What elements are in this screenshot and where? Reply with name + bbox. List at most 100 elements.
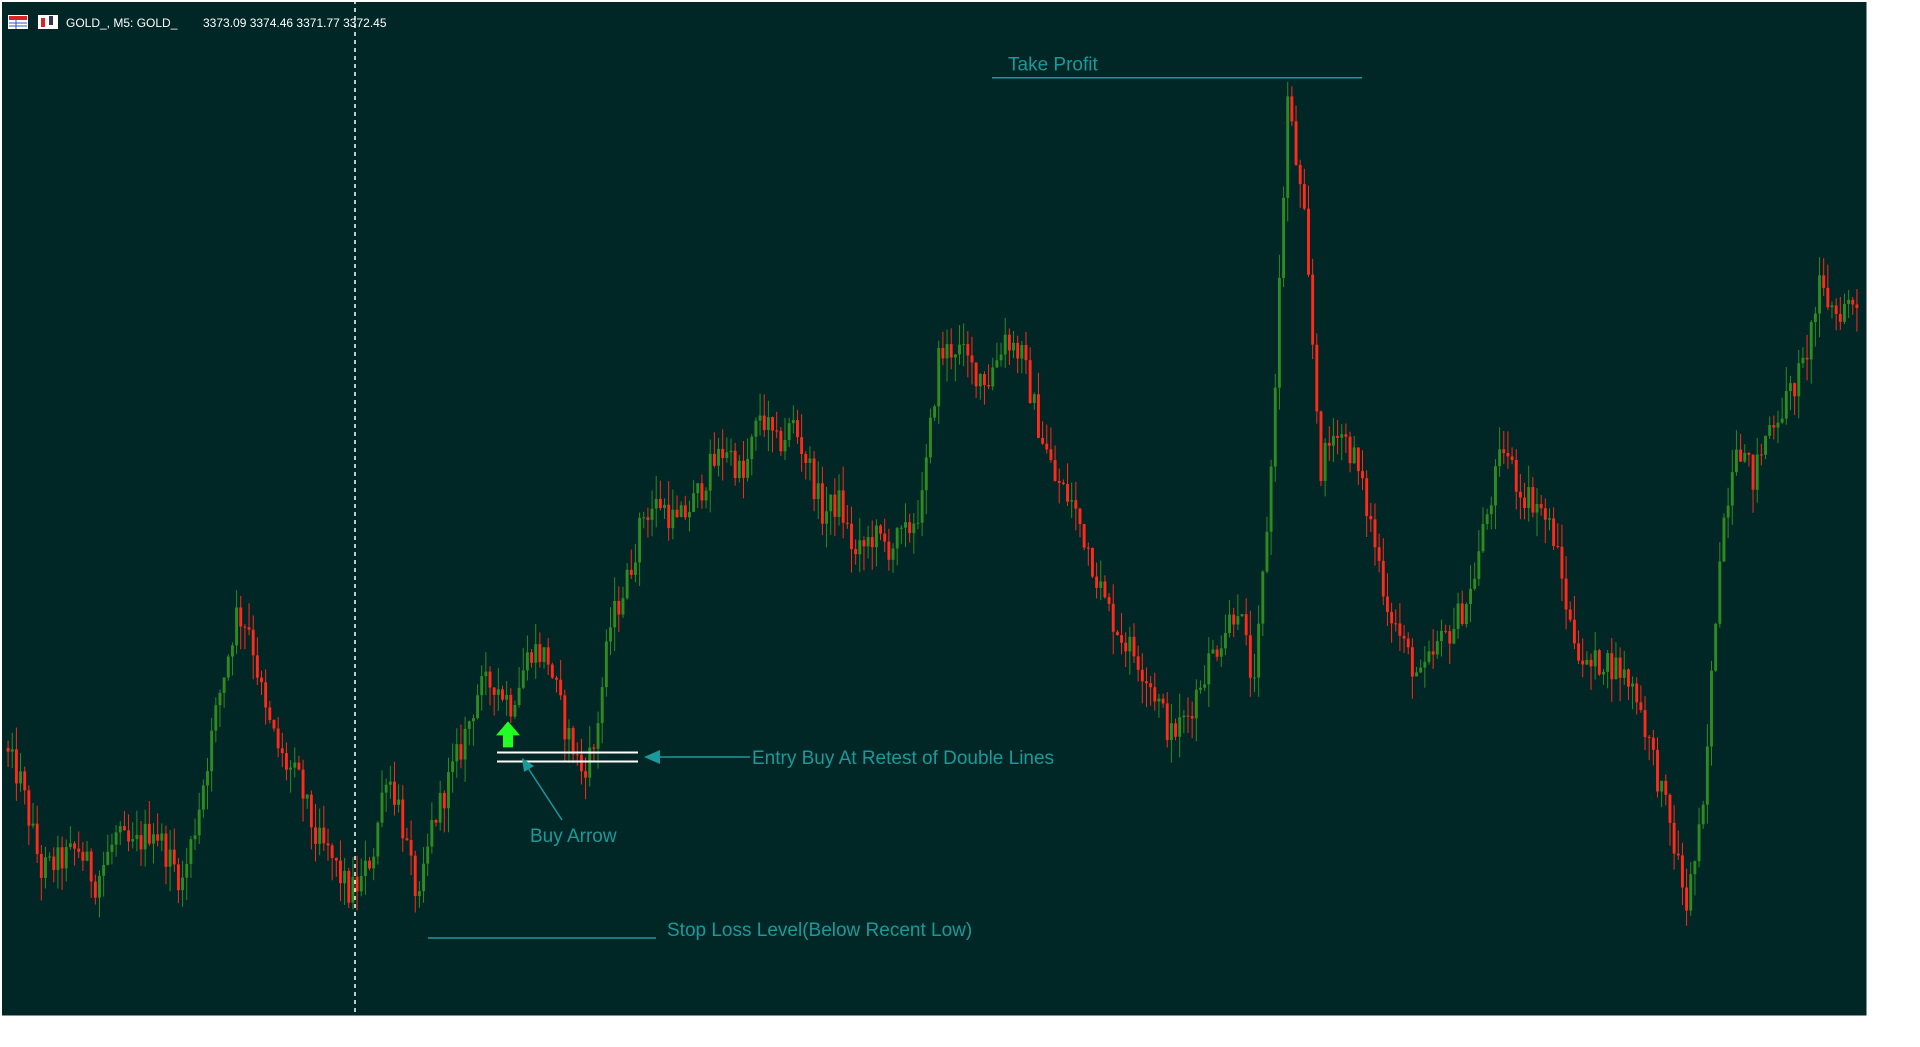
candle-body (23, 771, 27, 791)
candle-body (1041, 437, 1045, 444)
candle-body (293, 762, 297, 768)
candle-body (1560, 546, 1564, 579)
candle-body (663, 504, 666, 509)
candle-body (1535, 504, 1539, 513)
candle-body (1473, 578, 1477, 589)
candle-body (168, 849, 172, 867)
candle-body (1622, 669, 1626, 678)
candle-body (305, 794, 309, 799)
candle-body (1444, 630, 1448, 632)
candle-body (1352, 447, 1356, 464)
candle-body (625, 569, 629, 599)
candle-body (1265, 531, 1269, 572)
candle-body (110, 844, 114, 852)
candle-body (1228, 614, 1232, 633)
candle-body (405, 838, 409, 841)
candle-body (1843, 303, 1846, 322)
candle (1315, 333, 1319, 424)
time-tick-label: 11 Jun 22:30 (1828, 1027, 1897, 1041)
candle-body (68, 843, 72, 848)
candle-body (77, 848, 81, 852)
candle-body (920, 490, 924, 523)
candle-body (1277, 277, 1281, 388)
candle-body (181, 877, 185, 891)
candle-body (484, 671, 488, 677)
candle-body (1223, 632, 1227, 649)
candle (1714, 622, 1718, 673)
candle-body (230, 645, 234, 657)
candle-body (808, 458, 812, 463)
candle-body (160, 833, 164, 841)
candle-body (1161, 698, 1165, 704)
candle-body (471, 718, 475, 722)
entry-label: Entry Buy At Retest of Double Lines (752, 748, 1054, 769)
candles-icon[interactable] (38, 15, 58, 29)
candle-body (1734, 449, 1738, 473)
candle-body (509, 694, 513, 717)
candle-body (654, 498, 658, 509)
candle-body (1327, 442, 1331, 446)
candle-body (218, 692, 222, 706)
candle-body (949, 344, 953, 358)
candle-body (1016, 342, 1020, 359)
candle-body (1240, 614, 1244, 617)
time-axis: 10 Jun 2025 10 Jun 20:10 10 Jun 21:30 10 Ju… (3, 1016, 1897, 1041)
candle-body (1169, 723, 1173, 741)
candle-body (1294, 121, 1298, 165)
candle-body (1174, 723, 1178, 737)
candle-body (1323, 442, 1327, 481)
price-tick-label: 3345.82 (1876, 332, 1920, 346)
candle-body (1157, 698, 1161, 702)
candle-body (309, 794, 313, 828)
candle-body (44, 857, 47, 878)
candle-body (409, 840, 413, 856)
candle-body (1236, 616, 1240, 625)
candle-body (1049, 449, 1053, 461)
time-tick-label: 11 Jun 06:30 (735, 1027, 804, 1041)
table-icon[interactable] (8, 15, 28, 29)
candle-body (816, 483, 820, 500)
candle-body (766, 417, 770, 431)
stop-loss-label: Stop Loss Level(Below Recent Low) (667, 920, 972, 941)
candle-body (1315, 344, 1319, 412)
candle-body (555, 677, 558, 680)
candle-body (1261, 571, 1265, 624)
candle-body (1469, 588, 1472, 605)
candle-body (837, 490, 841, 517)
candle-body (1028, 360, 1032, 403)
candle-body (106, 851, 110, 865)
candle-body (513, 704, 517, 717)
candle-body (1298, 164, 1302, 185)
candle-body (559, 679, 563, 696)
candle-body (206, 771, 209, 786)
candle-body (858, 540, 862, 555)
candle-body (700, 483, 704, 501)
candle-body (1548, 518, 1551, 520)
candle-body (1793, 383, 1797, 397)
price-tick-label: 3322.02 (1876, 864, 1920, 878)
price-tick-label: 3326.78 (1876, 757, 1920, 771)
candle-body (73, 843, 77, 849)
candle-body (1610, 653, 1614, 680)
candle-body (1402, 635, 1406, 639)
price-chart[interactable]: Take Profit Entry Buy At Retest of Double… (0, 0, 1920, 1047)
candle-body (687, 511, 691, 518)
candle-body (284, 753, 288, 770)
candle-body (1726, 505, 1730, 518)
candle-body (31, 823, 35, 826)
candle-body (1190, 716, 1194, 719)
chart-window[interactable]: Take Profit Entry Buy At Retest of Double… (0, 0, 1920, 1047)
candle-body (883, 533, 887, 542)
candle-body (1036, 394, 1040, 438)
candle-body (1078, 508, 1082, 525)
candle-body (1307, 208, 1310, 275)
price-tick-label: 3317.26 (1876, 970, 1920, 984)
candle-body (1589, 659, 1593, 667)
candle-body (696, 483, 700, 494)
candle (1464, 602, 1468, 628)
candle-body (1689, 874, 1693, 911)
candle (1319, 410, 1323, 487)
candle-body (737, 460, 741, 479)
candle-body (1813, 313, 1817, 323)
candle-body (1057, 480, 1061, 483)
